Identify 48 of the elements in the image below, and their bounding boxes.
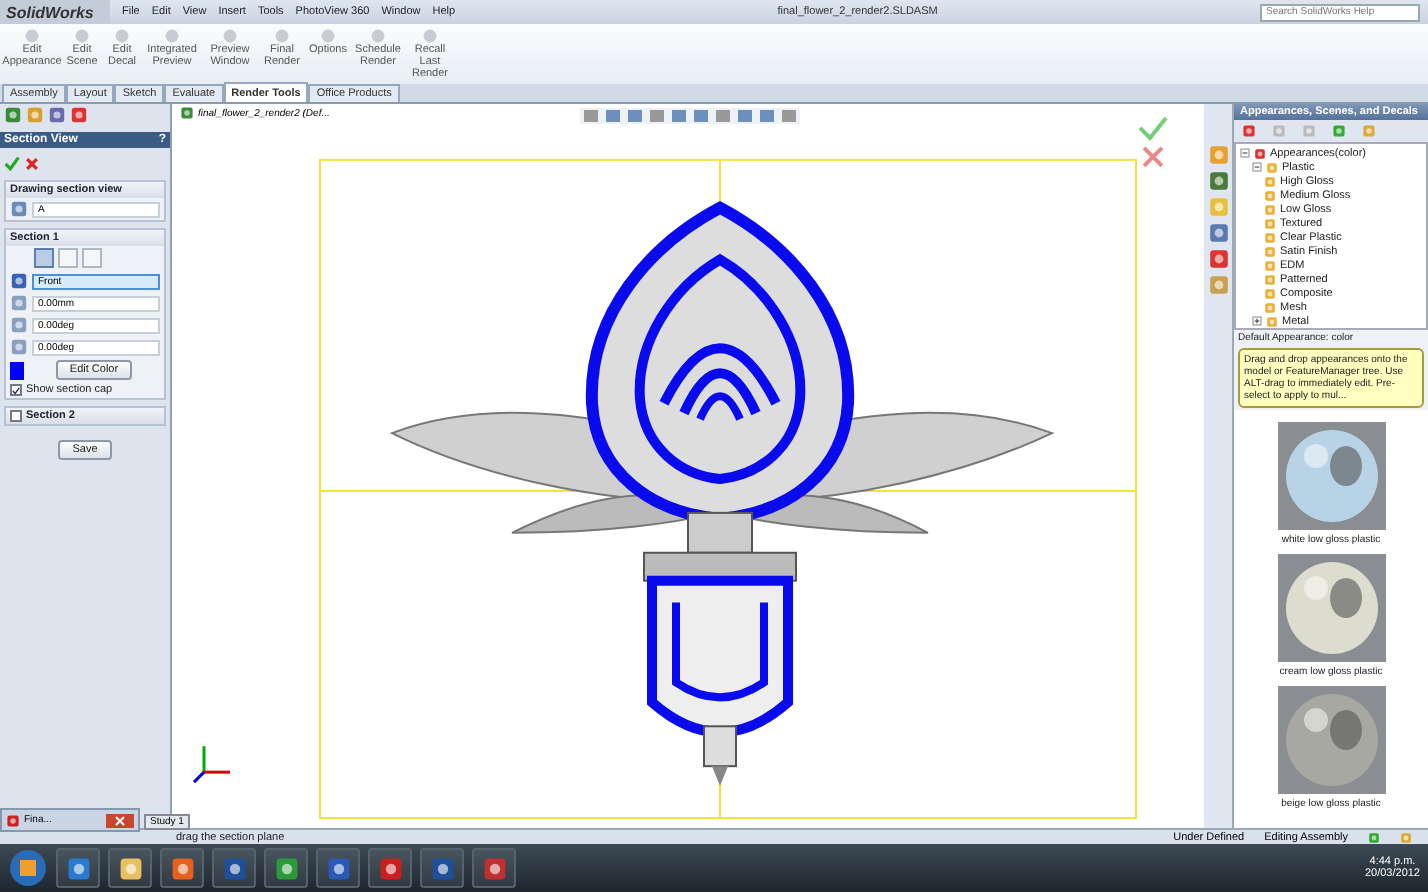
tool-icon [24,28,40,44]
checkbox[interactable] [10,410,22,422]
app-icon [481,855,507,881]
toolbar-icon [1362,124,1376,138]
app-icon [273,855,299,881]
tool-icon [222,28,238,44]
taskbar-app-button[interactable] [264,848,308,888]
axis-triad-icon [192,746,230,784]
plus-icon[interactable] [1252,316,1262,326]
taskbar-app-button[interactable] [472,848,516,888]
toolbar-icon [1302,124,1316,138]
app-icon [429,855,455,881]
minus-icon[interactable] [1252,162,1262,172]
taskbar-app-button[interactable] [368,848,412,888]
app-icon [117,855,143,881]
checkbox[interactable] [10,384,22,396]
tool-icon [320,28,336,44]
color-swatch[interactable] [10,361,24,379]
start-button[interactable] [8,848,48,888]
tool-icon [422,28,438,44]
taskbar-app-button[interactable] [108,848,152,888]
close-icon[interactable] [106,813,134,827]
close-icon[interactable] [24,156,40,172]
app-icon [325,855,351,881]
taskbar-app-button[interactable] [212,848,256,888]
toolbar-icon [1272,124,1286,138]
tool-icon [114,28,130,44]
app-icon [169,855,195,881]
taskbar-app-button[interactable] [160,848,204,888]
taskbar-app-button[interactable] [420,848,464,888]
confirm-check-icon[interactable] [1138,116,1168,141]
taskbar-app-button[interactable] [316,848,360,888]
tool-icon [274,28,290,44]
tool-icon [74,28,90,44]
taskbar-app-button[interactable] [56,848,100,888]
toolbar-icon [1332,124,1346,138]
minus-icon[interactable] [1240,148,1250,158]
app-logo: SolidWorks [0,0,110,24]
app-icon [65,855,91,881]
tool-icon [164,28,180,44]
checkmark-icon[interactable] [4,156,20,172]
app-icon [377,855,403,881]
plane-button[interactable] [34,248,54,268]
view-toolbar-icon[interactable] [580,108,800,124]
tool-icon [370,28,386,44]
app-icon [6,813,20,827]
app-icon [221,855,247,881]
toolbar-icon [1242,124,1256,138]
